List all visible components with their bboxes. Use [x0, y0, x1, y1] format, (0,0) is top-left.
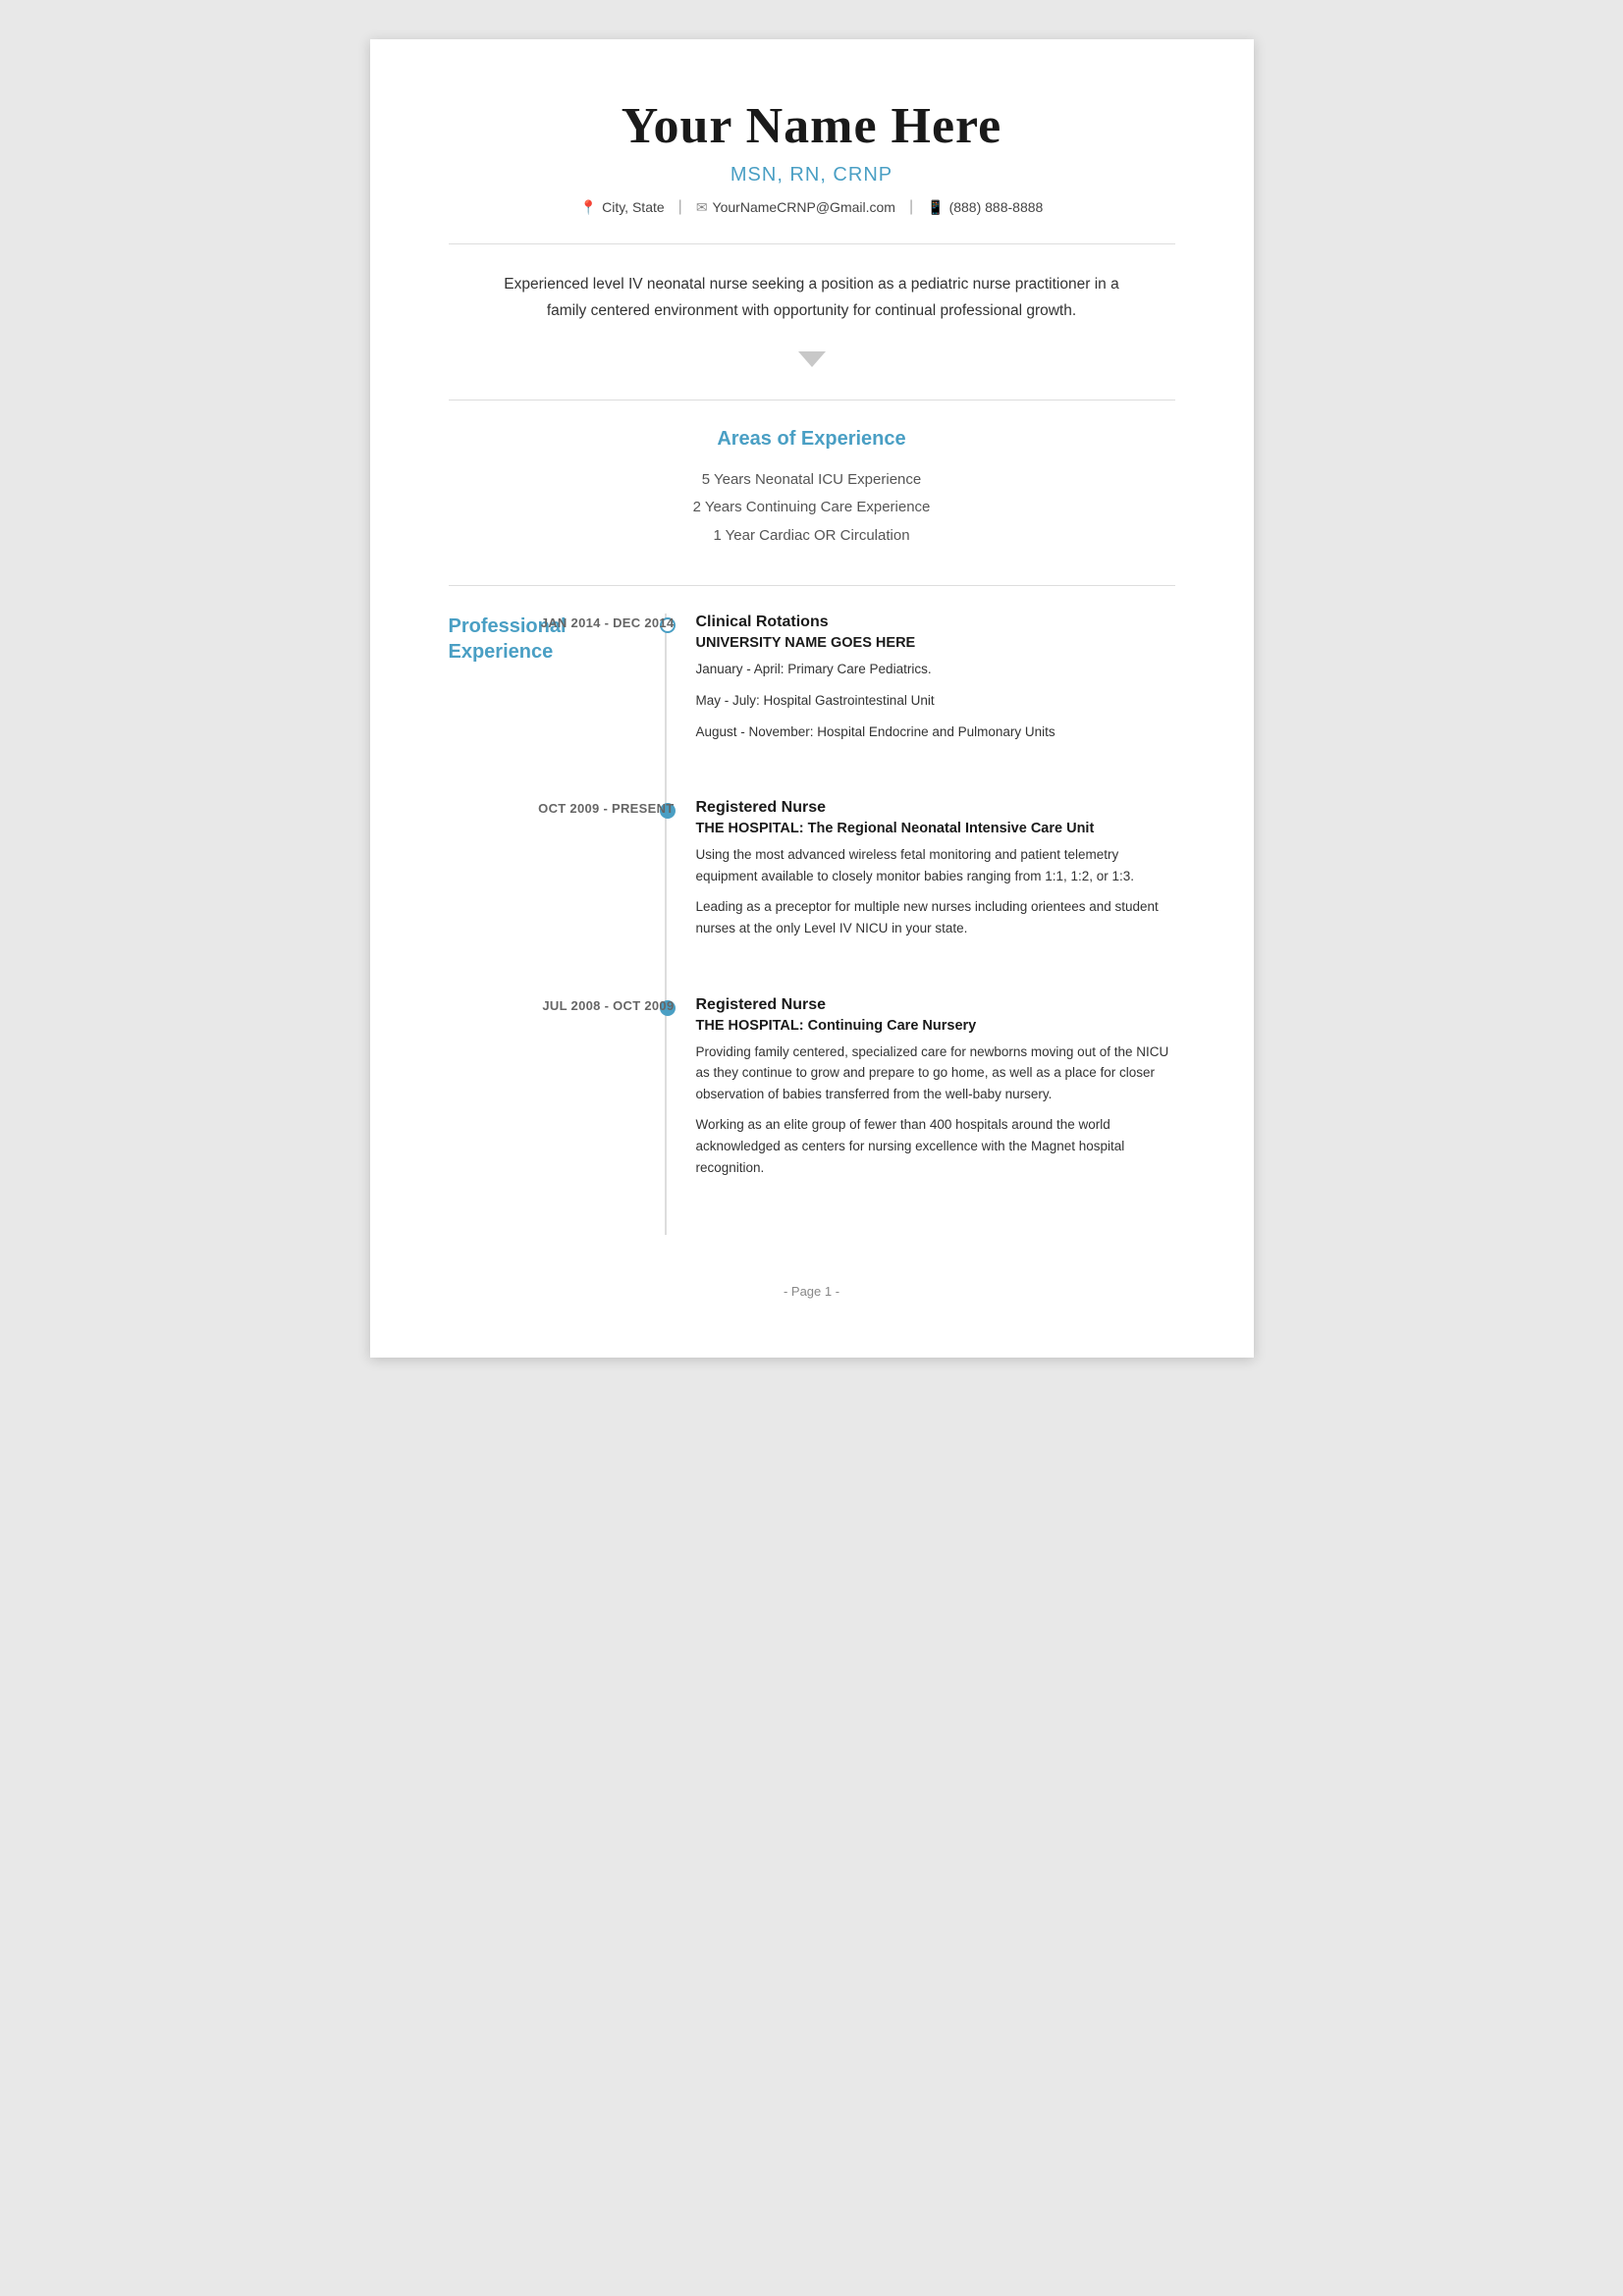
- separator-2: |: [909, 198, 913, 216]
- job-desc: August - November: Hospital Endocrine an…: [696, 721, 1175, 743]
- email-icon: ✉: [696, 199, 708, 216]
- areas-title: Areas of Experience: [449, 428, 1175, 451]
- chevron-container: [449, 351, 1175, 372]
- experience-date: OCT 2009 - PRESENT: [478, 801, 675, 816]
- timeline-item: OCT 2009 - PRESENT Registered Nurse THE …: [696, 799, 1175, 948]
- candidate-name: Your Name Here: [449, 98, 1175, 154]
- job-desc: Using the most advanced wireless fetal m…: [696, 844, 1175, 886]
- job-org: UNIVERSITY NAME GOES HERE: [696, 635, 1175, 651]
- summary-text: Experienced level IV neonatal nurse seek…: [488, 272, 1136, 324]
- job-title: Registered Nurse: [696, 799, 1175, 817]
- chevron-icon: [798, 351, 826, 367]
- experience-date: JAN 2014 - DEC 2014: [478, 615, 675, 630]
- job-org: THE HOSPITAL: Continuing Care Nursery: [696, 1018, 1175, 1034]
- list-item: 2 Years Continuing Care Experience: [449, 494, 1175, 522]
- job-desc: Working as an elite group of fewer than …: [696, 1114, 1175, 1178]
- professional-section: ProfessionalExperience JAN 2014 - DEC 20…: [449, 614, 1175, 1235]
- list-item: 5 Years Neonatal ICU Experience: [449, 466, 1175, 495]
- job-title: Clinical Rotations: [696, 614, 1175, 631]
- divider-3: [449, 585, 1175, 586]
- location-icon: 📍: [580, 199, 597, 216]
- job-org: THE HOSPITAL: The Regional Neonatal Inte…: [696, 821, 1175, 836]
- job-desc: Providing family centered, specialized c…: [696, 1041, 1175, 1105]
- list-item: 1 Year Cardiac OR Circulation: [449, 522, 1175, 551]
- job-desc: January - April: Primary Care Pediatrics…: [696, 659, 1175, 680]
- separator-1: |: [678, 198, 682, 216]
- experience-content: Clinical Rotations UNIVERSITY NAME GOES …: [696, 614, 1175, 752]
- location-item: 📍 City, State: [580, 199, 665, 216]
- header-section: Your Name Here MSN, RN, CRNP 📍 City, Sta…: [449, 98, 1175, 216]
- experience-date: JUL 2008 - OCT 2009: [478, 998, 675, 1013]
- phone-text: (888) 888-8888: [949, 199, 1044, 215]
- phone-item: 📱 (888) 888-8888: [927, 199, 1043, 216]
- candidate-credentials: MSN, RN, CRNP: [449, 164, 1175, 187]
- job-title: Registered Nurse: [696, 996, 1175, 1014]
- resume-page: Your Name Here MSN, RN, CRNP 📍 City, Sta…: [370, 39, 1254, 1358]
- email-text: YourNameCRNP@Gmail.com: [713, 199, 895, 215]
- divider-1: [449, 243, 1175, 244]
- areas-section: Areas of Experience 5 Years Neonatal ICU…: [449, 428, 1175, 551]
- phone-icon: 📱: [927, 199, 944, 216]
- location-text: City, State: [602, 199, 665, 215]
- experience-content: Registered Nurse THE HOSPITAL: Continuin…: [696, 996, 1175, 1189]
- experience-content: Registered Nurse THE HOSPITAL: The Regio…: [696, 799, 1175, 948]
- page-footer: - Page 1 -: [449, 1284, 1175, 1299]
- areas-list: 5 Years Neonatal ICU Experience 2 Years …: [449, 466, 1175, 551]
- prof-left: ProfessionalExperience: [449, 614, 665, 1235]
- job-desc: May - July: Hospital Gastrointestinal Un…: [696, 690, 1175, 712]
- timeline: JAN 2014 - DEC 2014 Clinical Rotations U…: [665, 614, 1175, 1235]
- timeline-item: JUL 2008 - OCT 2009 Registered Nurse THE…: [696, 996, 1175, 1189]
- timeline-item: JAN 2014 - DEC 2014 Clinical Rotations U…: [696, 614, 1175, 752]
- email-item: ✉ YourNameCRNP@Gmail.com: [696, 199, 895, 216]
- contact-info: 📍 City, State | ✉ YourNameCRNP@Gmail.com…: [449, 198, 1175, 216]
- job-desc: Leading as a preceptor for multiple new …: [696, 896, 1175, 938]
